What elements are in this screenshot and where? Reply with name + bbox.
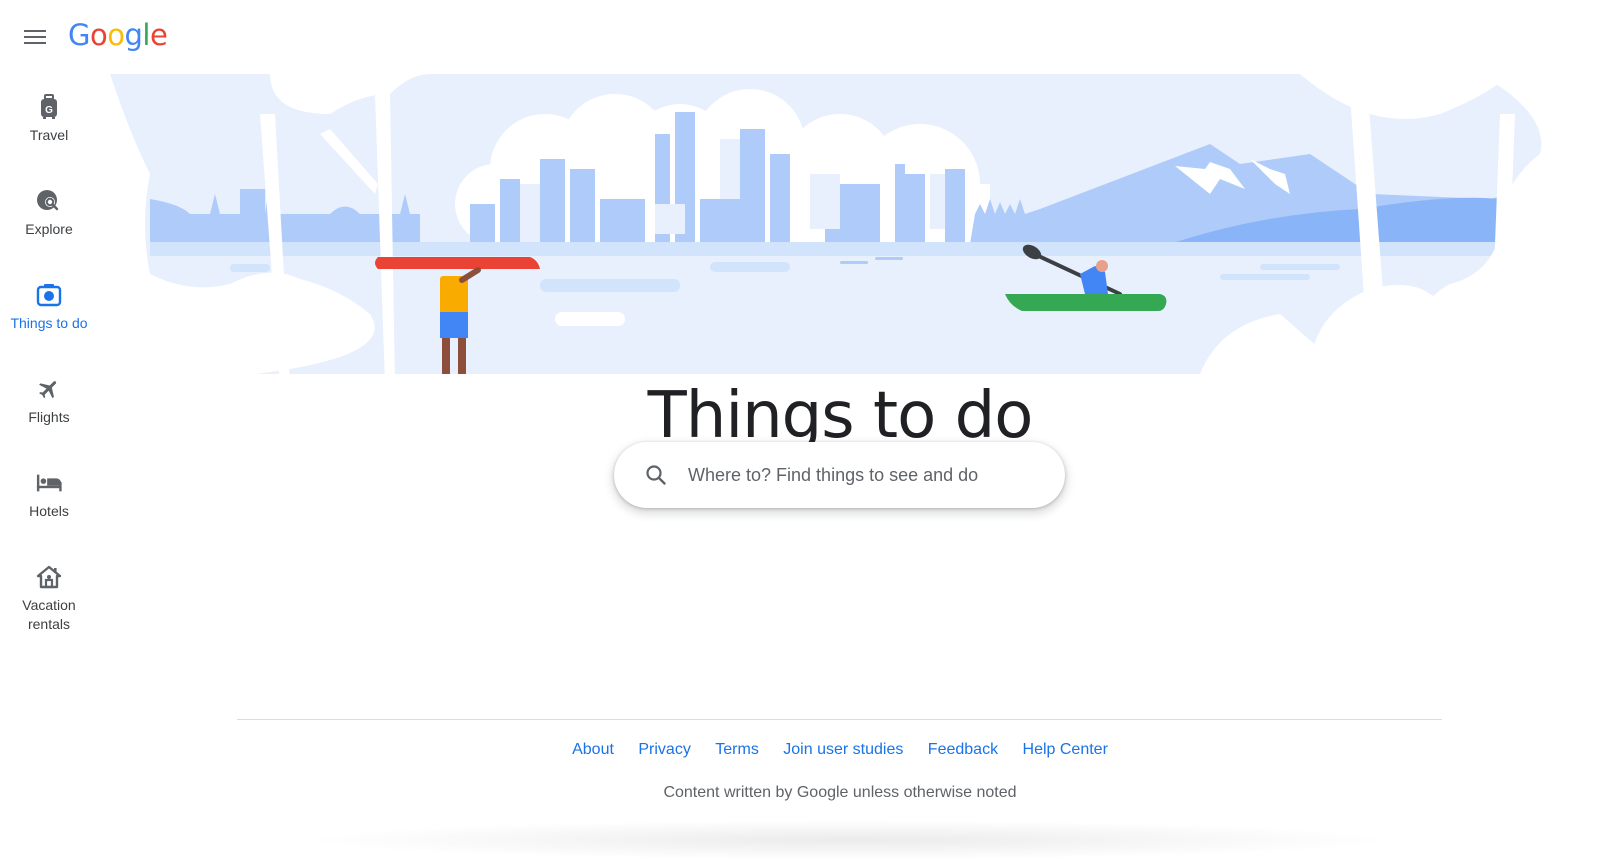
svg-text:G: G — [45, 105, 53, 116]
footer-link-feedback[interactable]: Feedback — [928, 741, 998, 758]
sidebar-item-label: Things to do — [10, 315, 88, 331]
camera-icon — [36, 282, 62, 308]
footer-links: About Privacy Terms Join user studies Fe… — [0, 741, 1600, 759]
search-input[interactable] — [686, 463, 1050, 487]
footer-link-privacy[interactable]: Privacy — [638, 741, 690, 758]
google-logo[interactable]: Google — [68, 18, 168, 52]
sidebar-item-things-to-do[interactable]: Things to do — [0, 274, 98, 368]
sidebar-item-label: Hotels — [29, 503, 69, 519]
footer-link-terms[interactable]: Terms — [715, 741, 759, 758]
hamburger-menu-icon — [22, 30, 48, 44]
footer-link-about[interactable]: About — [572, 741, 614, 758]
sidebar-nav: G Travel Explore Things to do Flights Ho… — [0, 86, 98, 650]
travel-luggage-icon: G — [36, 94, 62, 120]
main-menu-button[interactable] — [22, 27, 48, 49]
search-icon — [646, 465, 666, 485]
sidebar-item-hotels[interactable]: Hotels — [0, 462, 98, 556]
destination-search-box[interactable] — [614, 442, 1065, 508]
sidebar-item-vacation-rentals[interactable]: Vacation rentals — [0, 556, 98, 650]
sidebar-item-label: Travel — [29, 127, 69, 143]
hero-illustration — [110, 74, 1600, 384]
sidebar-item-travel[interactable]: G Travel — [0, 86, 98, 180]
bed-icon — [36, 470, 62, 496]
explore-globe-search-icon — [36, 188, 62, 214]
sidebar-item-label: Vacation rentals — [22, 597, 76, 632]
lake-city-illustration — [110, 74, 1600, 384]
top-bar: Google — [0, 0, 1600, 76]
footer-content-note: Content written by Google unless otherwi… — [663, 784, 1017, 801]
footer-link-join-user-studies[interactable]: Join user studies — [783, 741, 903, 758]
house-icon — [36, 564, 62, 590]
bottom-shadow — [300, 820, 1400, 860]
footer-link-help-center[interactable]: Help Center — [1023, 741, 1108, 758]
sidebar-item-label: Explore — [25, 221, 73, 237]
footer-divider — [237, 719, 1442, 720]
sidebar-item-explore[interactable]: Explore — [0, 180, 98, 274]
